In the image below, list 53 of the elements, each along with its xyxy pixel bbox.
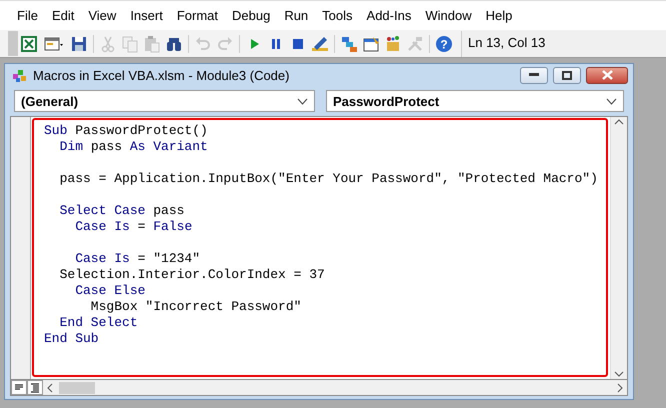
object-dropdown[interactable]: (General) [14,90,315,112]
lines-icon [30,382,40,392]
excel-icon[interactable] [20,34,38,52]
help-icon[interactable]: ? [435,34,453,52]
module-view-button[interactable] [27,380,43,395]
menu-item[interactable]: Tools [315,8,360,23]
menu-item[interactable]: Edit [44,8,82,23]
form-icon[interactable] [44,34,64,52]
code-line: Case Else [74,283,146,299]
code-line: MsgBox "Incorrect Password" [90,299,302,315]
scroll-right-icon[interactable] [617,382,623,392]
code-line: Case Is = False [74,219,194,235]
scroll-left-icon[interactable] [47,382,53,392]
scroll-up-icon[interactable] [614,119,624,125]
code-line: Selection.Interior.ColorIndex = 37 [58,267,326,283]
object-browser-icon[interactable] [384,34,402,52]
code-line: Dim pass As Variant [58,139,209,155]
code-line: pass = Application.InputBox("Enter Your Password", "Protected Macro") [58,171,599,187]
restore-button[interactable] [553,66,581,84]
minimize-button[interactable] [520,66,548,84]
close-icon [602,70,612,80]
vertical-scrollbar[interactable] [610,117,627,379]
chevron-down-icon [606,98,617,104]
code-line: End Select [58,315,139,331]
properties-icon[interactable] [362,34,380,52]
menu-item[interactable]: Debug [225,8,278,23]
save-icon[interactable] [70,34,88,52]
menu-item[interactable]: Format [170,8,225,23]
menu-item[interactable]: Run [277,8,316,23]
window-title: Macros in Excel VBA.xlsm - Module3 (Code) [33,68,290,82]
lines-icon [14,384,24,392]
code-line: Sub PasswordProtect() [44,123,209,139]
code-line: Case Is = "1234" [74,251,202,267]
modules-icon [12,68,28,82]
scroll-down-icon[interactable] [614,371,624,377]
procedure-dropdown[interactable]: PasswordProtect [326,90,624,112]
project-explorer-icon[interactable] [340,34,358,52]
menu-item[interactable]: Help [478,8,520,23]
code-line: Select Case pass [58,203,186,219]
procedure-view-button[interactable] [11,380,27,395]
close-button[interactable] [586,66,628,84]
menu-item[interactable]: Add-Ins [360,8,418,23]
ruler-pencil-icon[interactable] [311,34,329,52]
menu-item[interactable]: View [81,8,124,23]
scroll-thumb[interactable] [59,382,95,394]
menu-item[interactable]: Window [418,8,479,23]
chevron-down-icon [296,98,308,104]
menu-item[interactable]: File [10,8,45,23]
code-line: End Sub [44,331,100,347]
minimize-icon [529,73,539,77]
toolbar-grip[interactable] [8,31,18,56]
restore-icon [562,70,572,80]
menu-item[interactable]: Insert [123,8,170,23]
